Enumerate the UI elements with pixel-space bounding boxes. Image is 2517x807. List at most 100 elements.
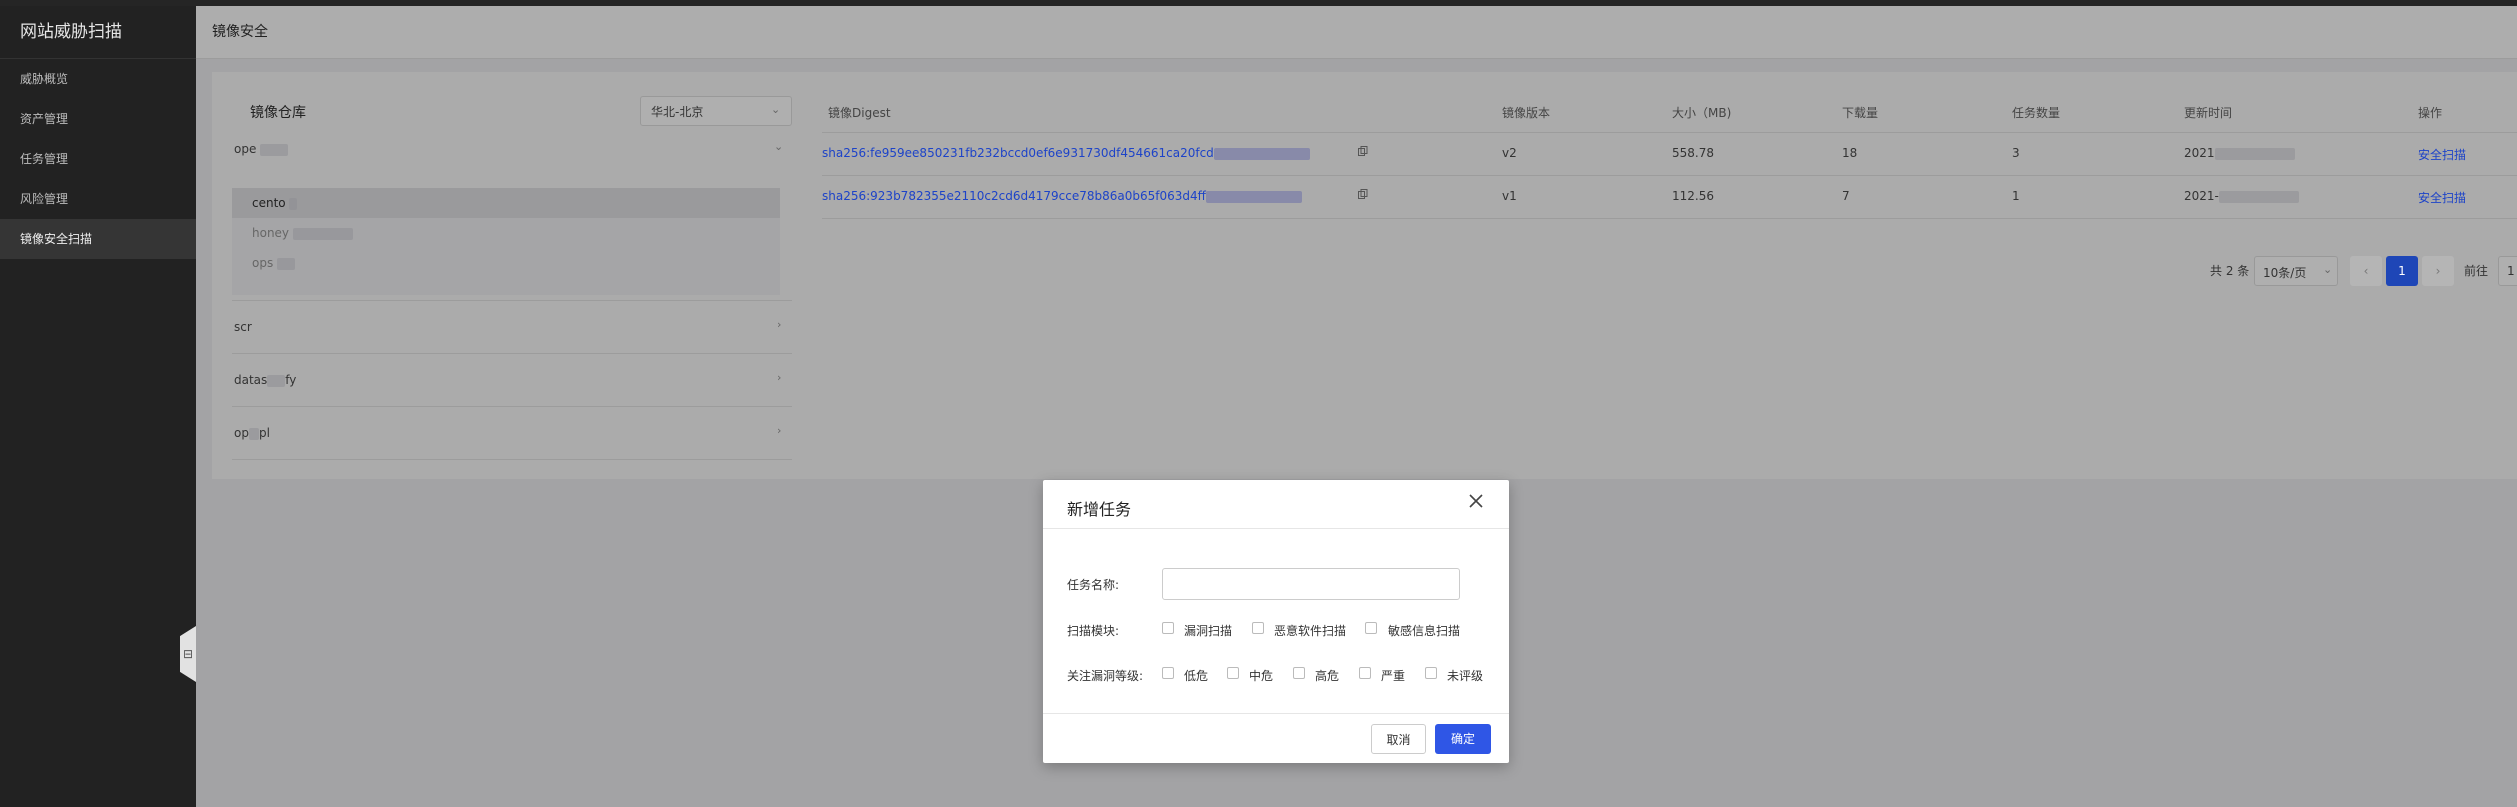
task-count-cell: 3	[2012, 146, 2020, 160]
repo-group-label: datas	[234, 373, 268, 387]
col-size: 大小（MB)	[1672, 106, 1732, 120]
next-page-button[interactable]: ›	[2422, 256, 2454, 286]
chevron-right-icon[interactable]: ›	[777, 318, 781, 331]
level-low-label: 低危	[1184, 669, 1209, 683]
prev-page-button[interactable]: ‹	[2350, 256, 2382, 286]
repo-group-label: scr	[234, 320, 252, 334]
content-panel: 镜像仓库 华北-北京 ⌄ ope ⌄ cento honey ops scr ›…	[212, 72, 2517, 479]
repo-sub-item[interactable]: honey	[232, 218, 780, 248]
brand-title: 网站威胁扫描	[0, 6, 196, 59]
copy-icon[interactable]	[1358, 189, 1368, 199]
redacted-text	[277, 257, 296, 270]
chevron-down-icon: ⌄	[2323, 263, 2333, 276]
divider	[1043, 528, 1509, 529]
size-cell: 558.78	[1672, 146, 1714, 160]
new-task-dialog: 新增任务 任务名称: 扫描模块: 漏洞扫描 恶意软件扫描 敏感信息扫描 关注漏洞…	[1043, 480, 1509, 763]
level-unrated-label: 未评级	[1447, 669, 1484, 683]
col-downloads: 下载量	[1842, 106, 1879, 120]
malware-scan-label: 恶意软件扫描	[1274, 624, 1347, 638]
redacted-text	[248, 427, 259, 440]
col-updated: 更新时间	[2184, 106, 2233, 120]
chevron-right-icon[interactable]: ›	[777, 371, 781, 384]
repo-sub-list: cento honey ops	[232, 188, 780, 295]
security-scan-link[interactable]: 安全扫描	[2418, 146, 2466, 163]
size-cell: 112.56	[1672, 189, 1714, 203]
scan-module-label: 扫描模块:	[1067, 624, 1120, 638]
region-select[interactable]: 华北-北京 ⌄	[640, 96, 792, 126]
table-header: 镜像Digest 镜像版本 大小（MB) 下载量 任务数量 更新时间 操作	[822, 90, 2517, 133]
redacted-text	[1205, 190, 1302, 203]
col-action: 操作	[2418, 106, 2443, 120]
sidebar-item-task-management[interactable]: 任务管理	[0, 139, 196, 179]
version-cell: v1	[1502, 189, 1517, 203]
sidebar: 网站威胁扫描 威胁概览 资产管理 任务管理 风险管理 镜像安全扫描 ⊟	[0, 6, 196, 807]
level-medium-checkbox[interactable]	[1227, 667, 1239, 679]
page-title: 镜像安全	[196, 6, 2517, 59]
cancel-button[interactable]: 取消	[1371, 724, 1426, 754]
malware-scan-checkbox[interactable]	[1252, 622, 1264, 634]
table-row: sha256:923b782355e2110c2cd6d4179cce78b86…	[822, 175, 2517, 219]
redacted-text	[2214, 147, 2295, 160]
repo-group-label: op	[234, 426, 249, 440]
task-name-input[interactable]	[1162, 568, 1460, 600]
version-cell: v2	[1502, 146, 1517, 160]
copy-icon[interactable]	[1358, 146, 1368, 156]
chevron-down-icon: ⌄	[771, 103, 781, 116]
dialog-title: 新增任务	[1067, 500, 1132, 519]
chevron-right-icon[interactable]: ›	[777, 424, 781, 437]
col-task-count: 任务数量	[2012, 106, 2061, 120]
digest-link[interactable]: sha256:fe959ee850231fb232bccd0ef6e931730…	[822, 146, 1310, 160]
page-size-select[interactable]: 10条/页 ⌄	[2254, 256, 2338, 286]
updated-cell: 2021-	[2184, 189, 2219, 203]
updated-cell: 2021	[2184, 146, 2215, 160]
collapse-icon[interactable]: ⊟	[180, 626, 196, 682]
confirm-button[interactable]: 确定	[1435, 724, 1491, 754]
table-row: sha256:fe959ee850231fb232bccd0ef6e931730…	[822, 132, 2517, 176]
sensitive-info-checkbox[interactable]	[1365, 622, 1377, 634]
level-high-label: 高危	[1315, 669, 1340, 683]
downloads-cell: 7	[1842, 189, 1850, 203]
security-scan-link[interactable]: 安全扫描	[2418, 189, 2466, 206]
redacted-text	[267, 374, 286, 387]
sensitive-info-label: 敏感信息扫描	[1388, 624, 1461, 638]
page-size-value: 10条/页	[2263, 266, 2307, 280]
repo-group[interactable]: scr ›	[232, 300, 792, 354]
task-count-cell: 1	[2012, 189, 2020, 203]
repo-sub-item[interactable]: cento	[232, 188, 780, 218]
task-name-label: 任务名称:	[1067, 578, 1120, 592]
repo-group-label: ope	[234, 142, 257, 156]
level-medium-label: 中危	[1249, 669, 1274, 683]
sidebar-item-image-security-scan[interactable]: 镜像安全扫描	[0, 219, 196, 259]
level-critical-label: 严重	[1381, 669, 1406, 683]
level-critical-checkbox[interactable]	[1359, 667, 1371, 679]
col-digest: 镜像Digest	[828, 106, 891, 120]
digest-link[interactable]: sha256:923b782355e2110c2cd6d4179cce78b86…	[822, 189, 1302, 203]
vuln-scan-checkbox[interactable]	[1162, 622, 1174, 634]
divider	[1043, 713, 1509, 714]
redacted-text	[2218, 190, 2299, 203]
redacted-text	[292, 227, 353, 240]
redacted-text	[260, 143, 289, 156]
col-version: 镜像版本	[1502, 106, 1551, 120]
sidebar-item-risk-management[interactable]: 风险管理	[0, 179, 196, 219]
vuln-scan-label: 漏洞扫描	[1184, 624, 1233, 638]
redacted-text	[289, 197, 298, 210]
level-unrated-checkbox[interactable]	[1425, 667, 1437, 679]
goto-prefix: 前往	[2464, 264, 2489, 278]
sidebar-item-threat-overview[interactable]: 威胁概览	[0, 59, 196, 99]
repo-title: 镜像仓库	[250, 105, 306, 121]
goto-page-input[interactable]: 1	[2498, 256, 2517, 286]
repo-sub-item[interactable]: ops	[232, 248, 780, 278]
downloads-cell: 18	[1842, 146, 1858, 160]
vuln-level-label: 关注漏洞等级:	[1067, 669, 1144, 683]
sidebar-item-asset-management[interactable]: 资产管理	[0, 99, 196, 139]
level-low-checkbox[interactable]	[1162, 667, 1174, 679]
close-icon[interactable]	[1467, 492, 1485, 510]
redacted-text	[1213, 147, 1310, 160]
repo-group[interactable]: op pl ›	[232, 406, 792, 460]
pagination-total: 共 2 条	[2210, 264, 2250, 278]
repo-group[interactable]: datas fy ›	[232, 353, 792, 407]
chevron-down-icon[interactable]: ⌄	[774, 140, 783, 153]
page-number-button[interactable]: 1	[2386, 256, 2418, 286]
level-high-checkbox[interactable]	[1293, 667, 1305, 679]
